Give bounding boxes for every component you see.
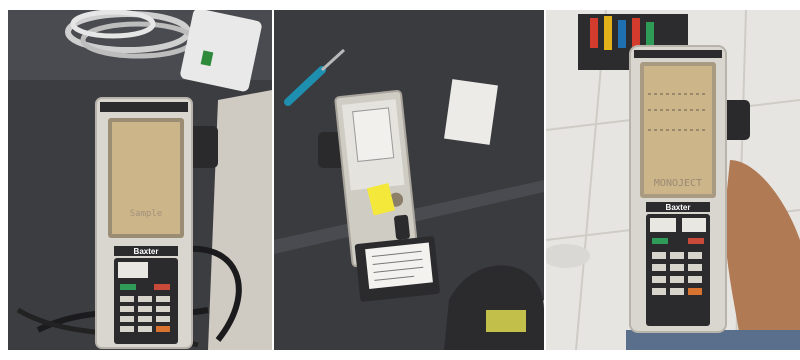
label-plate xyxy=(365,242,433,289)
photo-right-scene: MONOJECT Baxter xyxy=(546,10,800,350)
screen-text: Sample xyxy=(130,209,163,219)
foreground-object xyxy=(486,310,526,332)
loose-panel xyxy=(444,79,498,145)
photo-middle-scene xyxy=(274,10,544,350)
brand-label: Baxter xyxy=(666,203,691,212)
infusion-pump: MONOJECT Baxter xyxy=(629,45,727,333)
photo-right: MONOJECT Baxter xyxy=(546,10,800,350)
photo-left-scene: Sample Baxter xyxy=(8,10,272,350)
infusion-pump: Sample Baxter xyxy=(95,97,193,349)
photo-middle xyxy=(274,10,544,350)
power-strip-graphic xyxy=(180,10,262,92)
photo-left: Sample Baxter xyxy=(8,10,272,350)
screen-text: MONOJECT xyxy=(654,178,702,189)
brand-label: Baxter xyxy=(134,247,159,256)
